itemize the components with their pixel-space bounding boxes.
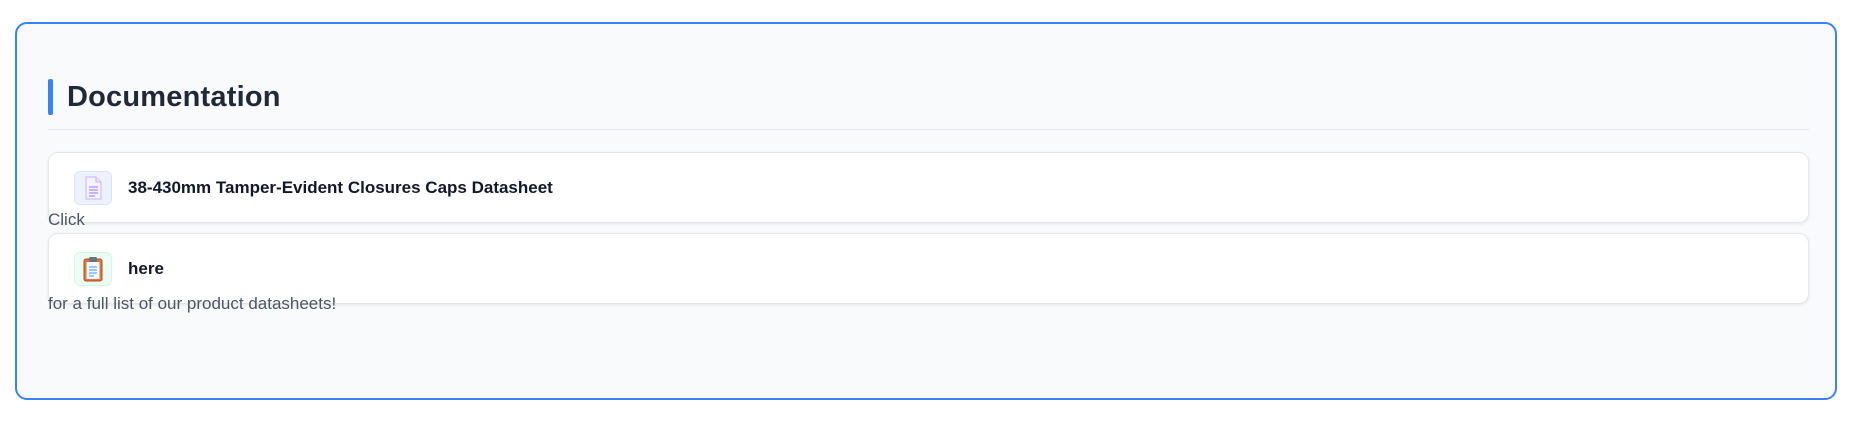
- datasheets-suffix-text: for a full list of our product datasheet…: [48, 294, 337, 313]
- click-prefix-text: Click: [48, 210, 85, 229]
- datasheet-link[interactable]: 38-430mm Tamper-Evident Closures Caps Da…: [48, 152, 1809, 223]
- heading-accent-bar: [48, 79, 53, 115]
- datasheet-link-label: 38-430mm Tamper-Evident Closures Caps Da…: [128, 177, 553, 197]
- documentation-panel: Documentation 38-430mm Tamper-Evident Cl…: [15, 22, 1837, 400]
- section-heading: Documentation: [48, 78, 281, 116]
- clipboard-icon: [74, 251, 112, 286]
- here-link-label: here: [128, 258, 164, 278]
- document-icon: [74, 170, 112, 205]
- section-title: Documentation: [67, 80, 281, 113]
- section-divider: [48, 129, 1809, 130]
